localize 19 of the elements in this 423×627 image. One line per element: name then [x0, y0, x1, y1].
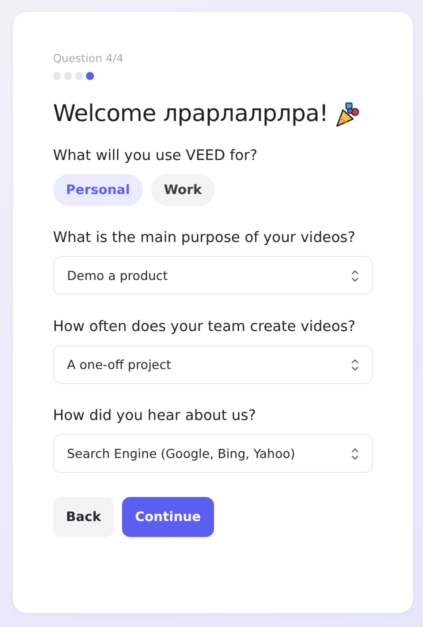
- select-field[interactable]: Demo a product: [53, 256, 373, 295]
- page-title: Welcome лрарлалрлра!: [53, 101, 328, 127]
- chevron-up-down-icon: [350, 268, 360, 282]
- step-label: Question 4/4: [53, 52, 124, 65]
- select-value: A one-off project: [67, 357, 172, 372]
- select-field[interactable]: Search Engine (Google, Bing, Yahoo): [53, 434, 373, 473]
- question-label: What will you use VEED for?: [53, 148, 258, 164]
- option-chip[interactable]: Work: [150, 174, 215, 206]
- option-chip[interactable]: Personal: [53, 174, 143, 206]
- select-value: Demo a product: [67, 268, 168, 283]
- question-label: How did you hear about us?: [53, 408, 257, 424]
- question-label: What is the main purpose of your videos?: [53, 230, 356, 246]
- continue-button[interactable]: Continue: [122, 497, 214, 537]
- back-button[interactable]: Back: [53, 497, 114, 537]
- select-value: Search Engine (Google, Bing, Yahoo): [67, 446, 296, 461]
- question-label: How often does your team create videos?: [53, 319, 356, 335]
- chevron-up-down-icon: [350, 446, 360, 460]
- select-field[interactable]: A one-off project: [53, 345, 373, 384]
- chevron-up-down-icon: [350, 358, 360, 372]
